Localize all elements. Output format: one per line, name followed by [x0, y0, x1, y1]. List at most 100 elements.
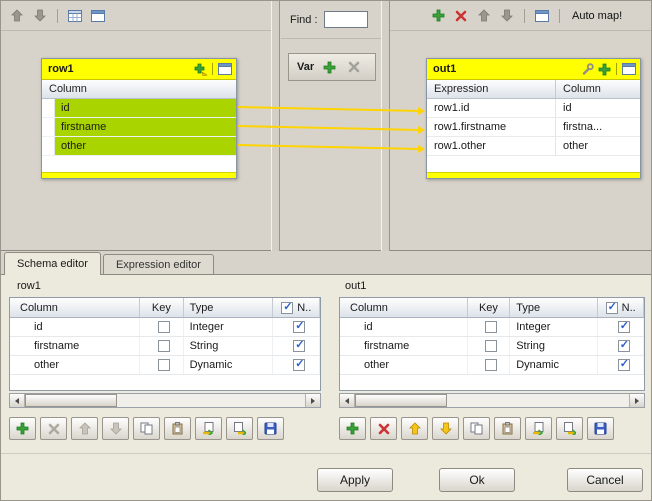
schema-type[interactable]: Integer	[510, 318, 598, 336]
key-checkbox[interactable]	[158, 359, 170, 371]
scroll-left-button[interactable]	[340, 394, 355, 407]
schema-row[interactable]: other Dynamic	[340, 356, 644, 375]
schema-row[interactable]: id Integer	[10, 318, 320, 337]
copy-button[interactable]	[463, 417, 490, 440]
add-output-button[interactable]	[428, 6, 448, 26]
input-row-id[interactable]: id	[42, 99, 236, 118]
output-row-other[interactable]: row1.other other	[427, 137, 640, 156]
input-column-name[interactable]: firstname	[55, 118, 236, 136]
ok-button[interactable]: Ok	[439, 468, 515, 492]
nullable-checkbox[interactable]	[293, 359, 305, 371]
output-table-titlebar[interactable]: out1	[427, 59, 640, 80]
add-lookup-icon[interactable]	[192, 61, 209, 78]
save-schema-button[interactable]	[257, 417, 284, 440]
nullable-checkbox[interactable]	[293, 321, 305, 333]
load-schema-button[interactable]	[195, 417, 222, 440]
schema-row[interactable]: id Integer	[340, 318, 644, 337]
output-expression-cell[interactable]: row1.other	[427, 137, 556, 155]
schema-column-name[interactable]: other	[10, 356, 140, 374]
restore-windows-icon[interactable]	[532, 6, 552, 26]
schema-column-name[interactable]: other	[340, 356, 468, 374]
find-input[interactable]	[324, 11, 368, 28]
add-var-button[interactable]	[321, 59, 338, 76]
export-schema-button[interactable]	[556, 417, 583, 440]
remove-output-button[interactable]	[451, 6, 471, 26]
move-row-down-button[interactable]	[432, 417, 459, 440]
apply-button[interactable]: Apply	[317, 468, 393, 492]
output-column-cell[interactable]: other	[556, 137, 640, 155]
schema-column-name[interactable]: id	[340, 318, 468, 336]
settings-wrench-icon[interactable]	[579, 61, 596, 78]
move-input-up-button[interactable]	[7, 6, 27, 26]
output-row-id[interactable]: row1.id id	[427, 99, 640, 118]
move-row-up-button[interactable]	[71, 417, 98, 440]
schema-column-name[interactable]: firstname	[340, 337, 468, 355]
scroll-right-button[interactable]	[629, 394, 644, 407]
key-checkbox[interactable]	[485, 359, 497, 371]
add-column-icon[interactable]	[596, 61, 613, 78]
schema-type[interactable]: Integer	[184, 318, 274, 336]
copy-button[interactable]	[133, 417, 160, 440]
tab-expression-editor[interactable]: Expression editor	[103, 254, 214, 274]
delete-row-button[interactable]	[40, 417, 67, 440]
output-row-firstname[interactable]: row1.firstname firstna...	[427, 118, 640, 137]
auto-map-button[interactable]: Auto map!	[567, 8, 627, 24]
minimize-windows-icon[interactable]	[88, 6, 108, 26]
input-row-other[interactable]: other	[42, 137, 236, 156]
key-checkbox[interactable]	[485, 340, 497, 352]
nullable-all-checkbox[interactable]	[606, 302, 618, 314]
move-row-down-button[interactable]	[102, 417, 129, 440]
schema-column-name[interactable]: firstname	[10, 337, 140, 355]
schema-type[interactable]: String	[184, 337, 274, 355]
add-row-button[interactable]	[9, 417, 36, 440]
move-output-up-button[interactable]	[474, 6, 494, 26]
tab-schema-editor[interactable]: Schema editor	[4, 252, 101, 275]
scroll-left-button[interactable]	[10, 394, 25, 407]
output-column-cell[interactable]: id	[556, 99, 640, 117]
nullable-checkbox[interactable]	[618, 321, 630, 333]
schema-type[interactable]: Dynamic	[510, 356, 598, 374]
move-input-down-button[interactable]	[30, 6, 50, 26]
save-schema-button[interactable]	[587, 417, 614, 440]
key-checkbox[interactable]	[158, 321, 170, 333]
add-row-button[interactable]	[339, 417, 366, 440]
input-column-name[interactable]: id	[55, 99, 236, 117]
schema-row[interactable]: firstname String	[340, 337, 644, 356]
schema-row[interactable]: other Dynamic	[10, 356, 320, 375]
nullable-checkbox[interactable]	[293, 340, 305, 352]
remove-var-button[interactable]	[345, 59, 362, 76]
key-checkbox[interactable]	[158, 340, 170, 352]
move-row-up-button[interactable]	[401, 417, 428, 440]
input-row-firstname[interactable]: firstname	[42, 118, 236, 137]
right-horizontal-scrollbar[interactable]	[339, 393, 645, 408]
paste-button[interactable]	[494, 417, 521, 440]
nullable-checkbox[interactable]	[618, 359, 630, 371]
input-table-titlebar[interactable]: row1	[42, 59, 236, 80]
cancel-button[interactable]: Cancel	[567, 468, 643, 492]
detach-window-icon[interactable]	[620, 61, 637, 78]
nullable-checkbox[interactable]	[618, 340, 630, 352]
detach-window-icon[interactable]	[216, 61, 233, 78]
nullable-all-checkbox[interactable]	[281, 302, 293, 314]
schema-type[interactable]: String	[510, 337, 598, 355]
output-expression-cell[interactable]: row1.id	[427, 99, 556, 117]
schema-column-name[interactable]: id	[10, 318, 140, 336]
pane-divider-right[interactable]	[381, 1, 390, 251]
move-output-down-button[interactable]	[497, 6, 517, 26]
key-checkbox[interactable]	[485, 321, 497, 333]
schema-row[interactable]: firstname String	[10, 337, 320, 356]
export-schema-button[interactable]	[226, 417, 253, 440]
schema-type[interactable]: Dynamic	[184, 356, 274, 374]
pane-divider-left[interactable]	[271, 1, 280, 251]
input-column-name[interactable]: other	[55, 137, 236, 155]
output-expression-cell[interactable]: row1.firstname	[427, 118, 556, 136]
scrollbar-thumb[interactable]	[25, 394, 117, 407]
left-horizontal-scrollbar[interactable]	[9, 393, 321, 408]
output-column-cell[interactable]: firstna...	[556, 118, 640, 136]
load-schema-button[interactable]	[525, 417, 552, 440]
table-view-icon[interactable]	[65, 6, 85, 26]
scrollbar-thumb[interactable]	[355, 394, 447, 407]
delete-row-button[interactable]	[370, 417, 397, 440]
paste-button[interactable]	[164, 417, 191, 440]
scroll-right-button[interactable]	[305, 394, 320, 407]
